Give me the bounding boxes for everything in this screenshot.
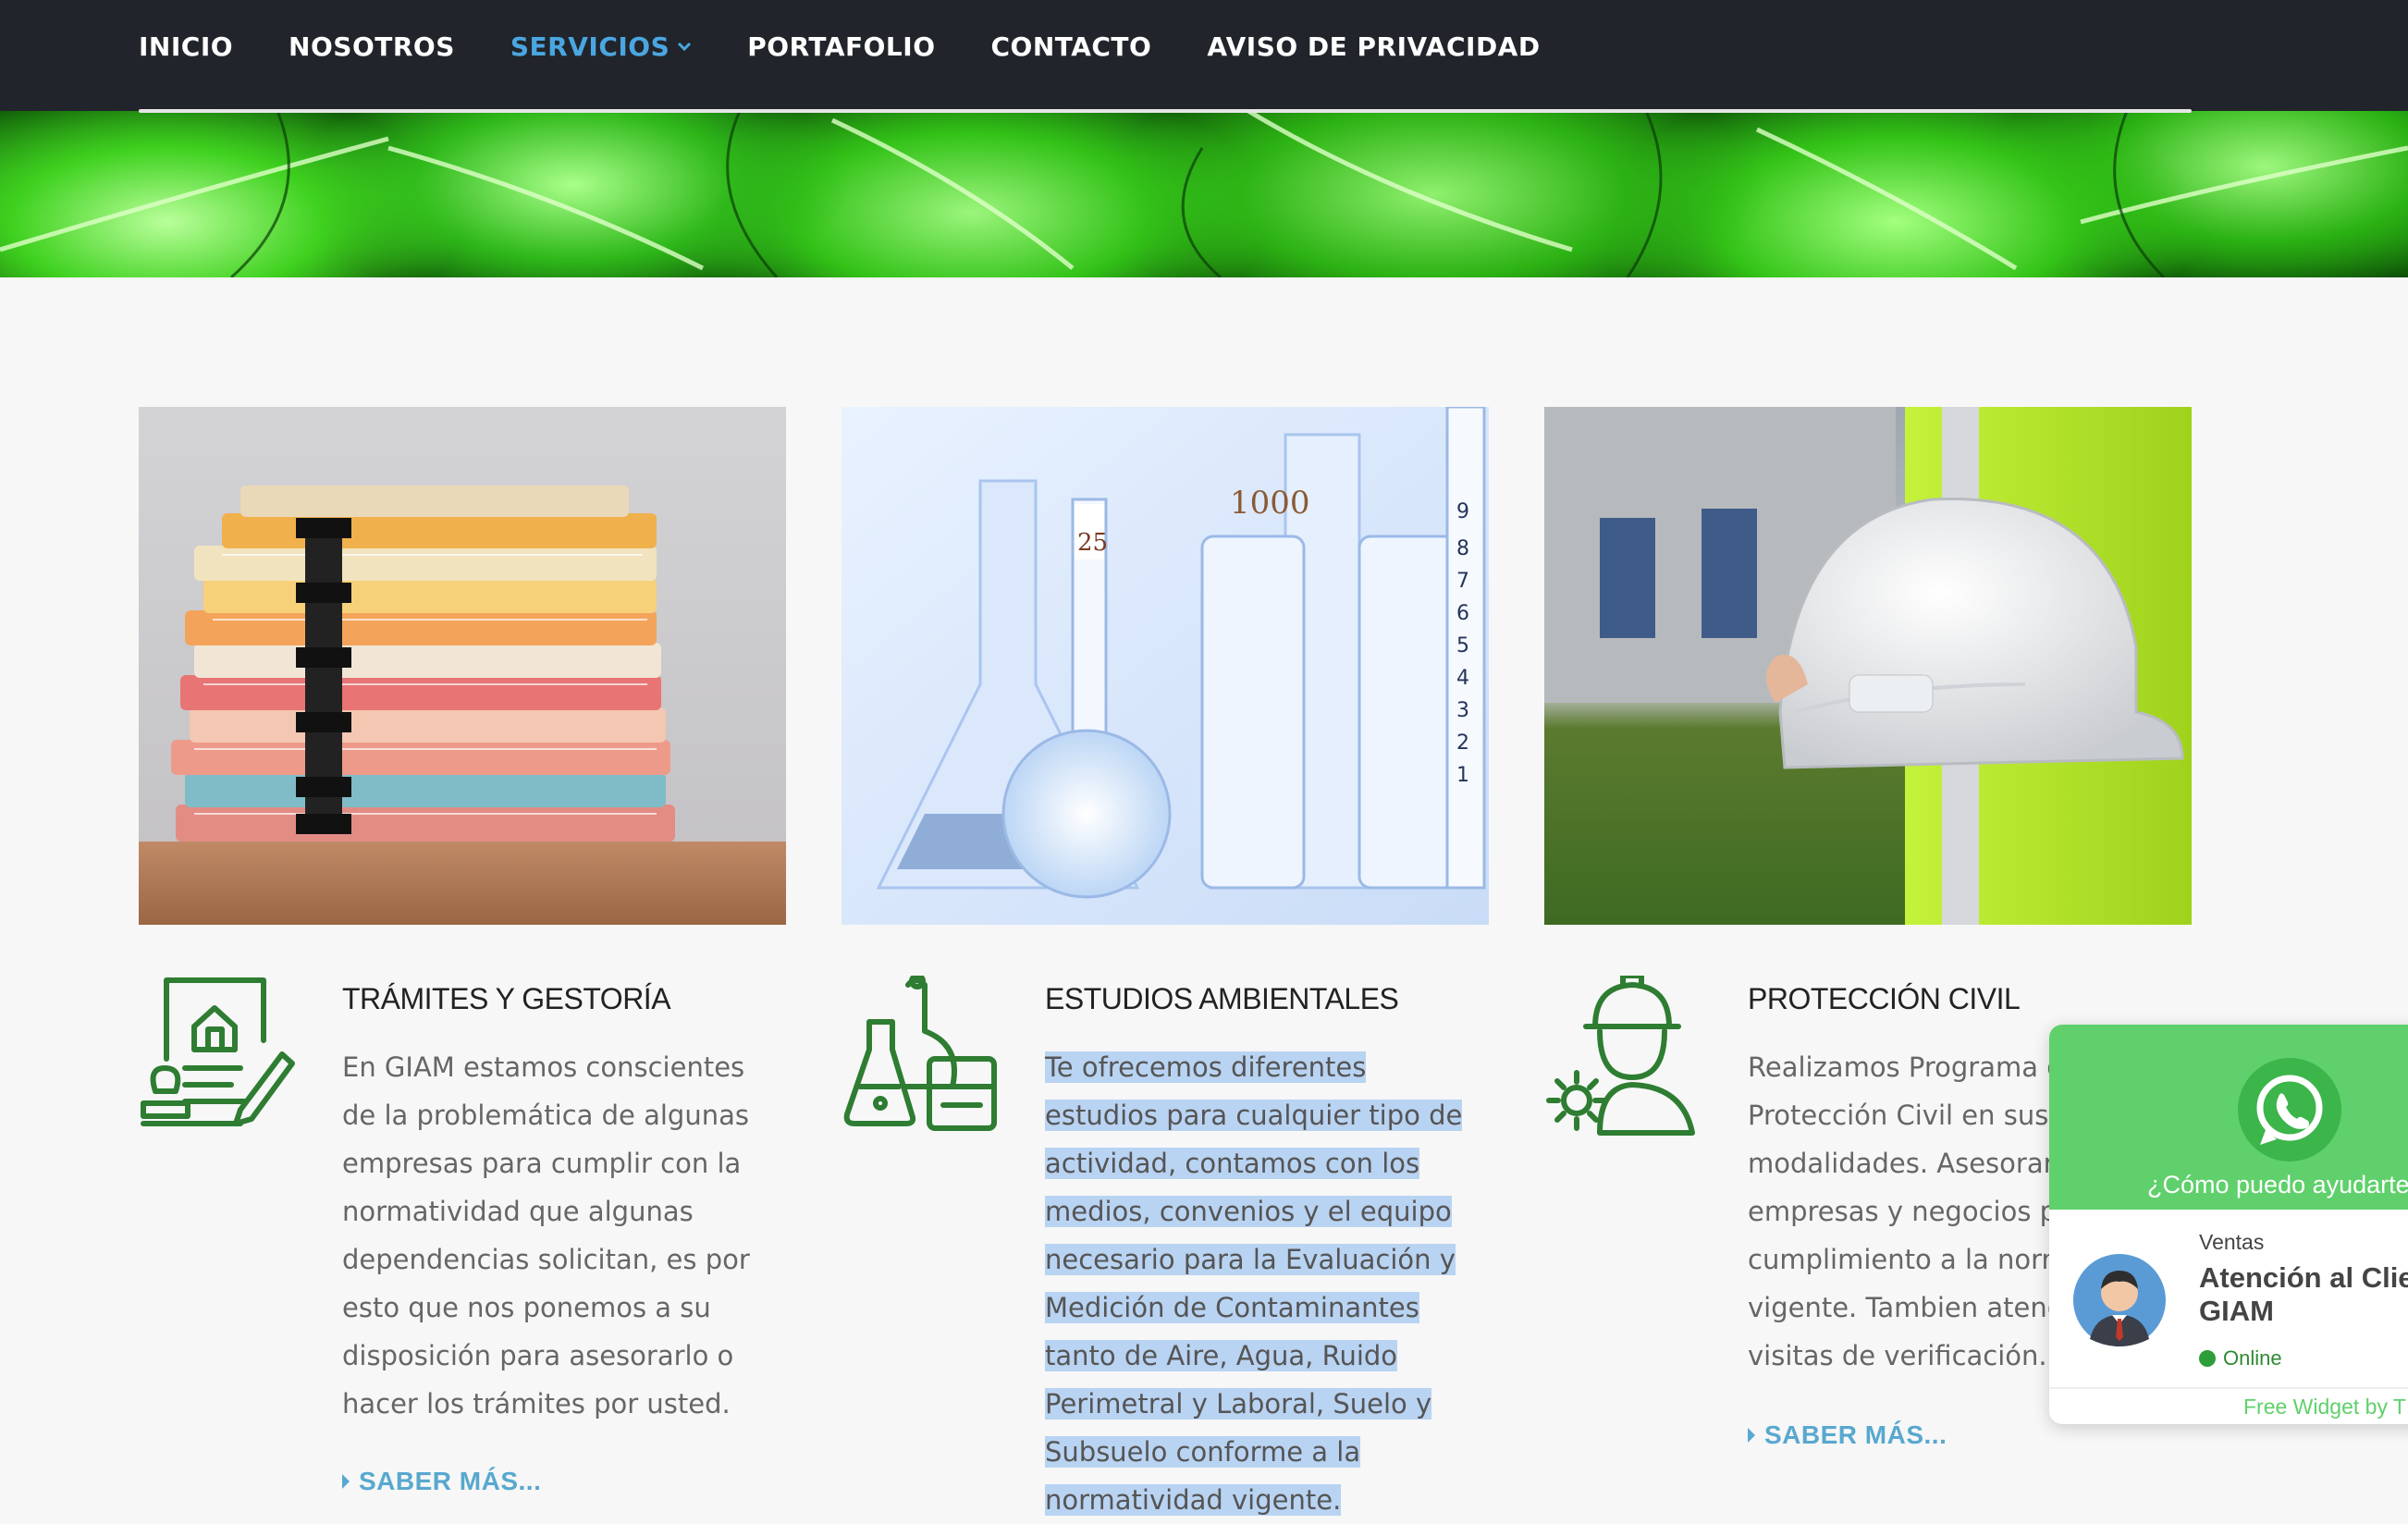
saber-mas-label: SABER MÁS...	[359, 1467, 542, 1495]
service-text-estudios: Te ofrecemos diferentes estudios para cu…	[1045, 1043, 1480, 1524]
svg-text:1: 1	[1456, 764, 1469, 787]
nav-item-portafolio[interactable]: PORTAFOLIO	[747, 31, 935, 62]
highlighted-selection: Te ofrecemos diferentes estudios para cu…	[1045, 1051, 1463, 1516]
whatsapp-icon[interactable]	[2238, 1058, 2341, 1161]
nav-item-servicios-label: SERVICIOS	[510, 31, 670, 62]
nav-item-nosotros[interactable]: NOSOTROS	[289, 31, 455, 62]
agent-department: Ventas	[2199, 1230, 2265, 1254]
online-dot-icon	[2199, 1350, 2216, 1367]
caret-right-icon	[1748, 1427, 1755, 1443]
svg-text:4: 4	[1456, 667, 1469, 690]
nav-item-contacto[interactable]: CONTACTO	[991, 31, 1152, 62]
service-title-proteccion: PROTECCIÓN CIVIL	[1748, 982, 2021, 1015]
service-text-tramites: En GIAM estamos conscientes de la proble…	[342, 1051, 750, 1420]
whatsapp-chat-widget[interactable]: ¿Cómo puedo ayudarte Ventas Atención al …	[2049, 1025, 2408, 1424]
saber-mas-label: SABER MÁS...	[1764, 1420, 1947, 1449]
nav-divider	[139, 109, 2192, 113]
svg-text:2: 2	[1456, 731, 1469, 755]
lab-flasks-icon	[843, 976, 997, 1131]
whatsapp-widget-header: ¿Cómo puedo ayudarte	[2049, 1025, 2408, 1210]
document-stamp-icon	[141, 977, 295, 1126]
top-navbar: INICIO NOSOTROS SERVICIOS PORTAFOLIO CON…	[0, 0, 2408, 111]
free-widget-link[interactable]: Free Widget by T	[2243, 1395, 2406, 1420]
svg-text:25: 25	[1077, 529, 1108, 557]
saber-mas-link-proteccion[interactable]: SABER MÁS...	[1748, 1420, 1947, 1450]
service-title-estudios: ESTUDIOS AMBIENTALES	[1045, 982, 1399, 1015]
svg-text:6: 6	[1456, 602, 1469, 625]
svg-text:3: 3	[1456, 699, 1469, 722]
chevron-down-icon	[678, 42, 692, 52]
whatsapp-agent-row[interactable]: Ventas Atención al Clie GIAM Online	[2049, 1210, 2408, 1395]
worker-gear-icon	[1546, 976, 1695, 1136]
svg-text:7: 7	[1456, 570, 1469, 593]
hard-hat-image	[1544, 407, 2192, 925]
service-title-tramites: TRÁMITES Y GESTORÍA	[342, 982, 671, 1015]
agent-status: Online	[2199, 1346, 2282, 1370]
agent-avatar	[2073, 1254, 2166, 1346]
svg-text:9: 9	[1456, 500, 1469, 523]
agent-name-line2: GIAM	[2199, 1295, 2274, 1327]
nav-item-servicios[interactable]: SERVICIOS	[510, 31, 692, 62]
svg-text:5: 5	[1456, 634, 1469, 658]
agent-name-line1: Atención al Clie	[2199, 1261, 2408, 1294]
agent-status-label: Online	[2223, 1346, 2282, 1370]
whatsapp-help-text: ¿Cómo puedo ayudarte	[2147, 1171, 2408, 1198]
stacked-folders-image	[139, 407, 786, 925]
caret-right-icon	[342, 1473, 350, 1489]
agent-name: Atención al Clie GIAM	[2199, 1261, 2408, 1328]
svg-text:8: 8	[1456, 537, 1469, 560]
saber-mas-link-tramites[interactable]: SABER MÁS...	[342, 1467, 541, 1496]
hero-leaves-banner	[0, 111, 2408, 277]
svg-text:1000: 1000	[1230, 485, 1310, 522]
nav-menu: INICIO NOSOTROS SERVICIOS PORTAFOLIO CON…	[139, 0, 1596, 92]
service-text-proteccion: Realizamos Programa d Protección Civil e…	[1748, 1051, 2074, 1371]
nav-item-aviso-privacidad[interactable]: AVISO DE PRIVACIDAD	[1207, 31, 1540, 62]
lab-glassware-image: 1000 25 9 8 7 6 5 4 3 2 1	[842, 407, 1489, 925]
whatsapp-widget-footer[interactable]: Free Widget by T	[2049, 1387, 2408, 1424]
nav-item-inicio[interactable]: INICIO	[139, 31, 233, 62]
